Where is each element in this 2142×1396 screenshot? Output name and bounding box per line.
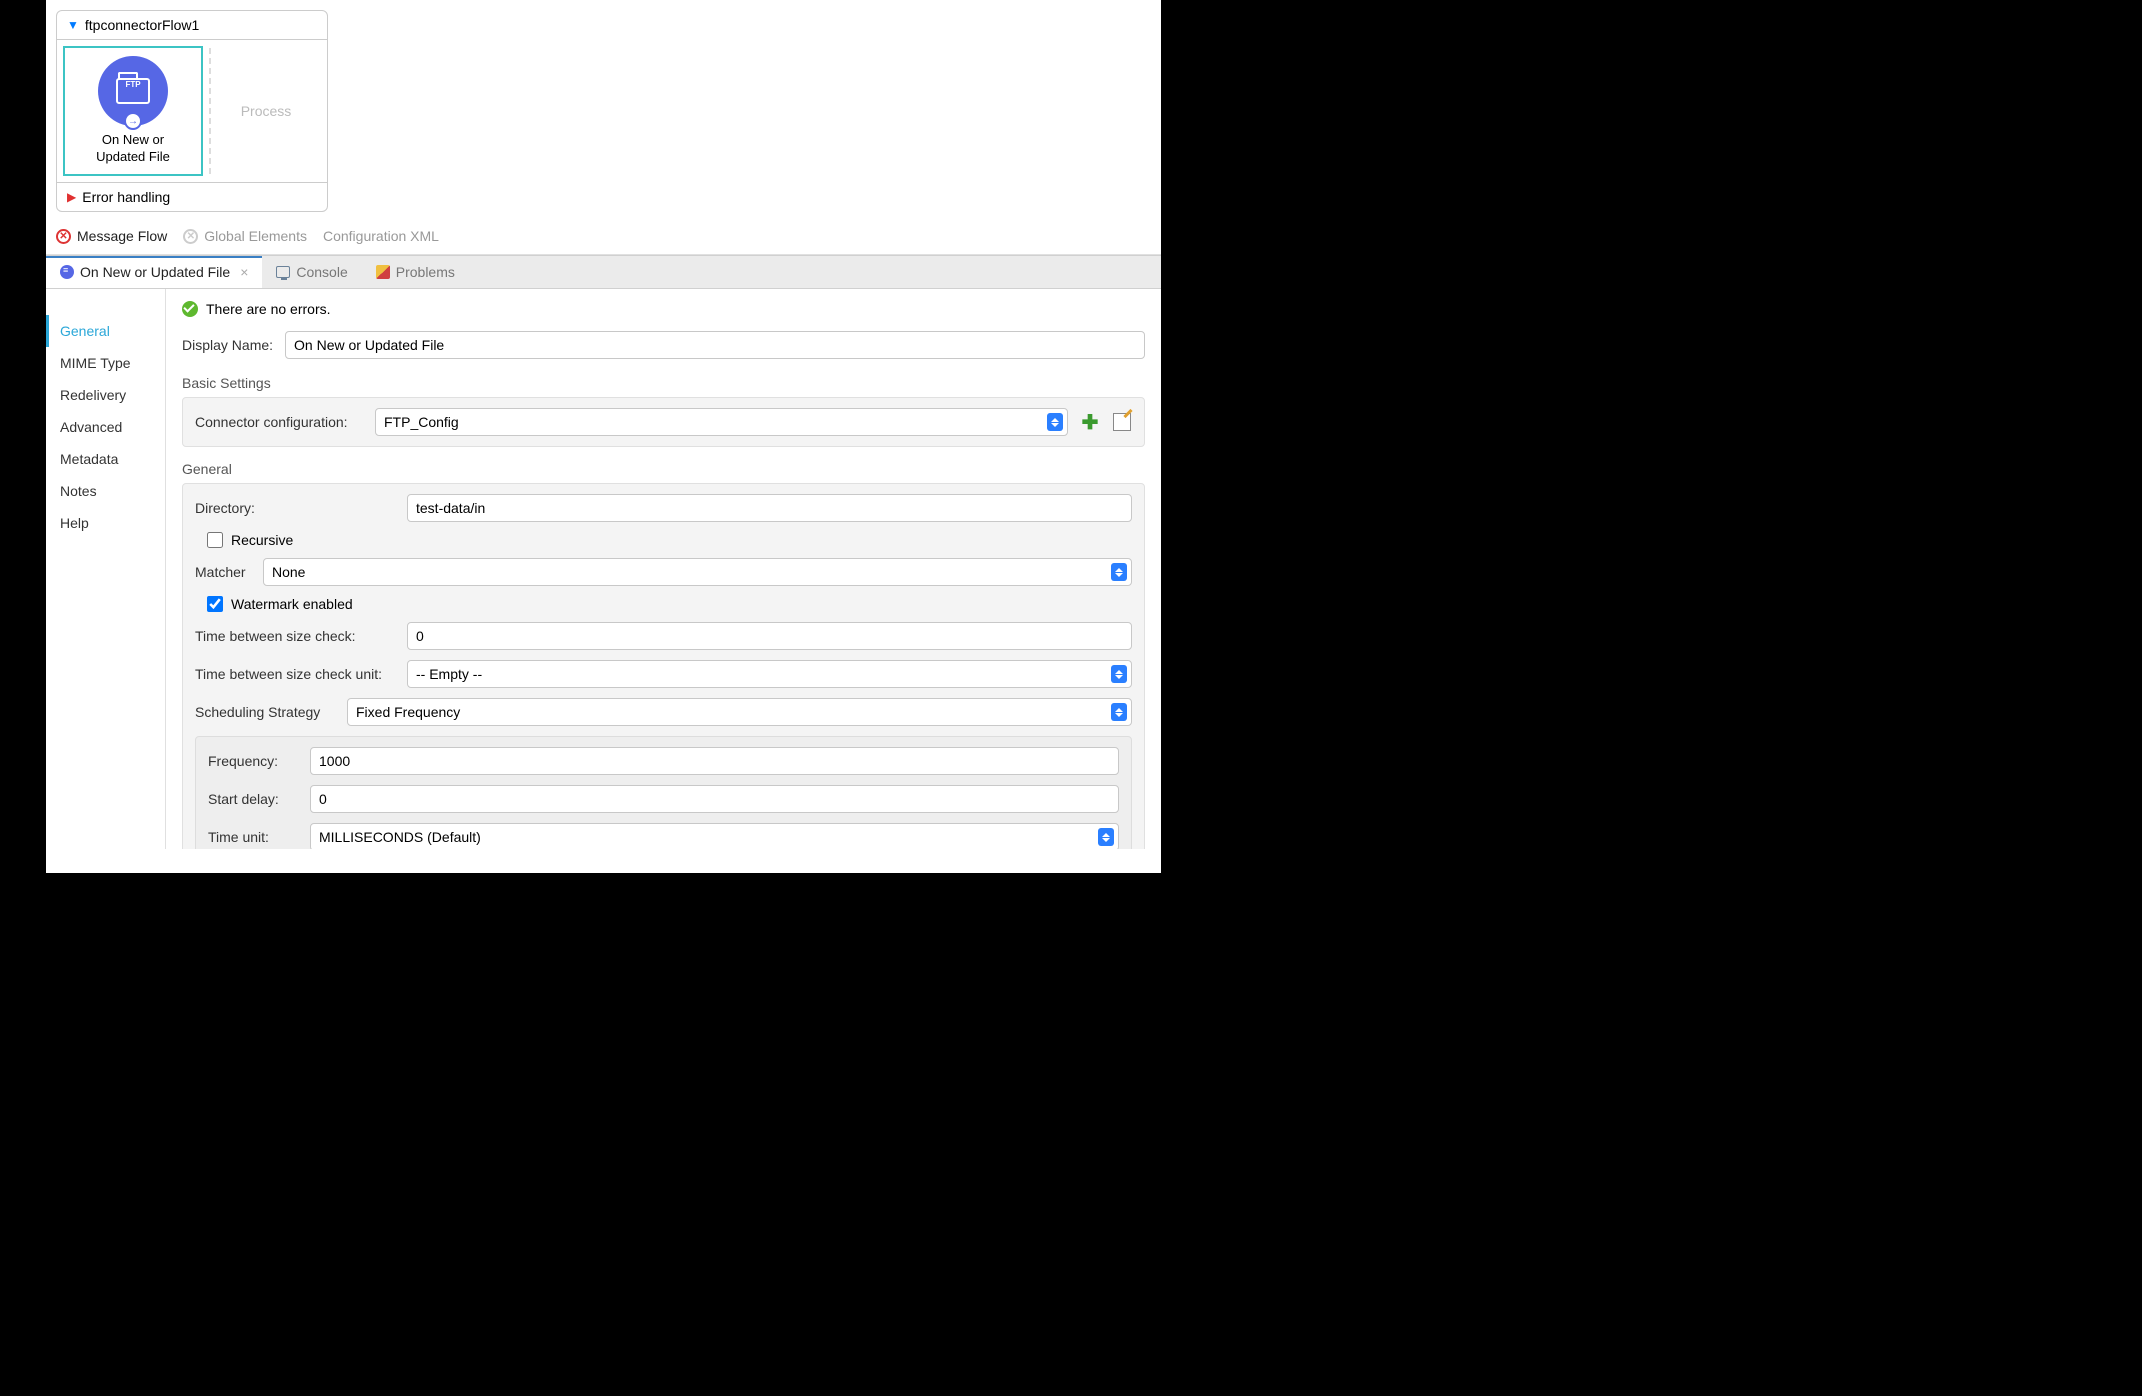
add-config-button[interactable]: ✚ [1080,412,1100,432]
sidebar-item-advanced[interactable]: Advanced [46,411,165,443]
error-handling-label: Error handling [82,189,170,205]
basic-settings-title: Basic Settings [182,375,1145,391]
status-text: There are no errors. [206,301,331,317]
basic-settings-group: Connector configuration: FTP_Config ✚ [182,397,1145,447]
close-icon: ✕ [56,229,71,244]
sidebar-item-notes[interactable]: Notes [46,475,165,507]
arrow-badge-icon: → [124,112,142,130]
process-drop-zone[interactable]: Process [209,48,321,174]
time-unit-label: Time unit: [208,829,298,845]
recursive-checkbox[interactable] [207,532,223,548]
file-icon [60,265,74,279]
flow-body: FTP → On New or Updated File Process [57,39,327,183]
matcher-label: Matcher [195,564,251,580]
display-name-row: Display Name: [182,331,1145,359]
directory-label: Directory: [195,500,395,516]
scheduling-select[interactable]: Fixed Frequency [347,698,1132,726]
node-label: On New or Updated File [69,132,197,166]
recursive-label: Recursive [231,532,293,548]
close-tab-icon[interactable]: × [240,264,248,280]
watermark-label: Watermark enabled [231,596,353,612]
collapse-icon[interactable]: ▼ [67,18,79,32]
sidebar-item-general[interactable]: General [46,315,165,347]
dropdown-icon [1111,563,1127,581]
general-group-title: General [182,461,1145,477]
edit-config-button[interactable] [1112,412,1132,432]
connector-config-select[interactable]: FTP_Config [375,408,1068,436]
frequency-input[interactable] [310,747,1119,775]
dropdown-icon [1098,828,1114,846]
app-window: ▼ ftpconnectorFlow1 FTP → On New or Upda… [46,0,1161,873]
sidebar-item-metadata[interactable]: Metadata [46,443,165,475]
dropdown-icon [1047,413,1063,431]
edit-icon [1113,413,1131,431]
directory-input[interactable] [407,494,1132,522]
dropdown-icon [1111,703,1127,721]
scheduling-nested-group: Frequency: Start delay: Time unit: MILLI… [195,736,1132,849]
flow-name: ftpconnectorFlow1 [85,17,199,33]
canvas-tabs: ✕ Message Flow ✕ Global Elements Configu… [46,222,1161,255]
status-row: There are no errors. [182,301,1145,317]
properties-content: There are no errors. Display Name: Basic… [166,289,1161,849]
properties-sidebar: General MIME Type Redelivery Advanced Me… [46,289,166,849]
scheduling-label: Scheduling Strategy [195,704,335,720]
connector-config-label: Connector configuration: [195,414,363,430]
tab-console[interactable]: Console [262,256,361,288]
check-icon [182,301,198,317]
tab-global-elements[interactable]: ✕ Global Elements [183,228,307,244]
time-size-check-input[interactable] [407,622,1132,650]
start-delay-input[interactable] [310,785,1119,813]
sidebar-item-mime-type[interactable]: MIME Type [46,347,165,379]
error-handling-section[interactable]: ▶ Error handling [57,183,327,211]
flow-canvas[interactable]: ▼ ftpconnectorFlow1 FTP → On New or Upda… [46,0,1161,222]
time-size-unit-select[interactable]: -- Empty -- [407,660,1132,688]
plus-icon: ✚ [1082,410,1099,435]
display-name-label: Display Name: [182,337,273,353]
properties-panel: General MIME Type Redelivery Advanced Me… [46,289,1161,849]
close-icon: ✕ [183,229,198,244]
time-size-check-label: Time between size check: [195,628,395,644]
problems-icon [376,265,390,279]
editor-tab-bar: On New or Updated File × Console Problem… [46,255,1161,289]
sidebar-item-help[interactable]: Help [46,507,165,539]
tab-problems[interactable]: Problems [362,256,469,288]
console-icon [276,266,290,278]
flow-header[interactable]: ▼ ftpconnectorFlow1 [57,11,327,39]
ftp-source-node[interactable]: FTP → On New or Updated File [63,46,203,176]
expand-icon[interactable]: ▶ [67,190,76,204]
time-size-unit-label: Time between size check unit: [195,666,395,682]
dropdown-icon [1111,665,1127,683]
ftp-icon: FTP → [98,56,168,126]
frequency-label: Frequency: [208,753,298,769]
flow-container[interactable]: ▼ ftpconnectorFlow1 FTP → On New or Upda… [56,10,328,212]
time-unit-select[interactable]: MILLISECONDS (Default) [310,823,1119,849]
sidebar-item-redelivery[interactable]: Redelivery [46,379,165,411]
start-delay-label: Start delay: [208,791,298,807]
display-name-input[interactable] [285,331,1145,359]
general-group: Directory: Recursive Matcher None Wa [182,483,1145,849]
tab-message-flow[interactable]: ✕ Message Flow [56,228,167,244]
tab-on-new-or-updated-file[interactable]: On New or Updated File × [46,256,262,288]
watermark-checkbox[interactable] [207,596,223,612]
tab-configuration-xml[interactable]: Configuration XML [323,228,439,244]
matcher-select[interactable]: None [263,558,1132,586]
